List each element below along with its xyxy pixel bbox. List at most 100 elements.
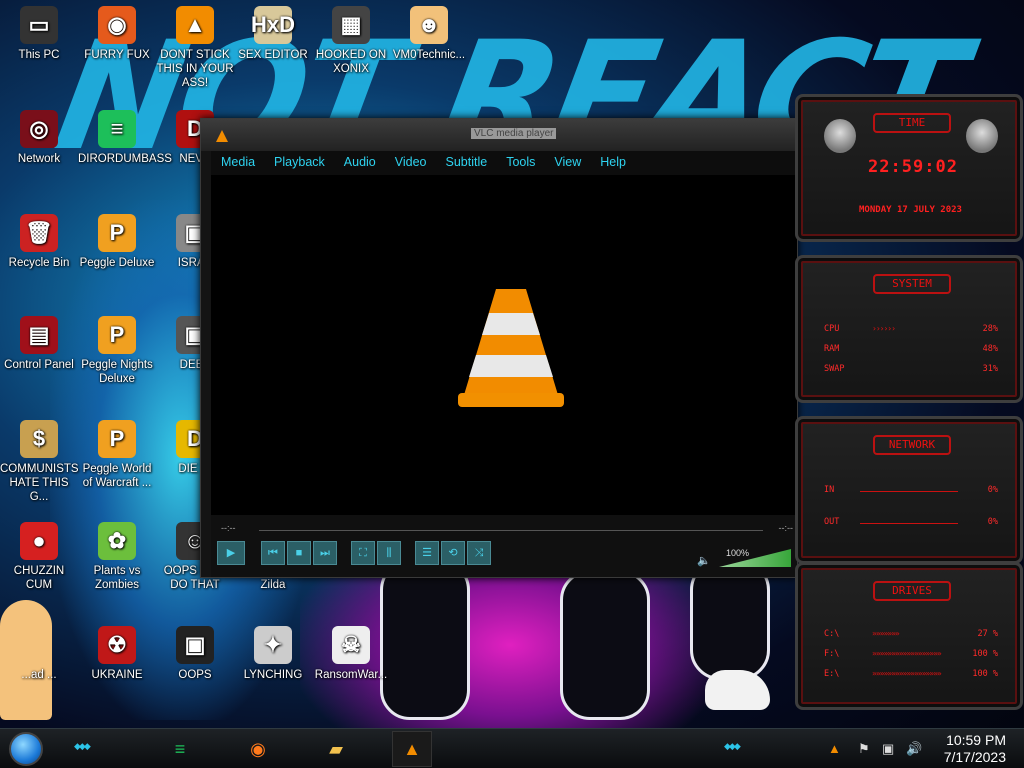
usage-bar: »»»»»»»»»»»»»»»»»» [872, 669, 942, 678]
flag-icon[interactable]: ⚑ [858, 741, 870, 757]
stop-button[interactable]: ■ [287, 541, 311, 565]
vlc-taskbar-button[interactable]: ▲ [392, 731, 432, 767]
menu-item-help[interactable]: Help [590, 151, 635, 175]
alien-head-icon [966, 119, 998, 153]
desktop-icon-image: ✦ [254, 626, 292, 664]
desktop-icon[interactable]: ...ad ... [0, 626, 78, 682]
drives-row-value: 27 % [977, 629, 998, 639]
speaker-icon[interactable]: 🔈 [697, 554, 711, 567]
menu-item-subtitle[interactable]: Subtitle [436, 151, 497, 175]
total-time: --:-- [778, 523, 794, 533]
vlc-menu-bar: Media Playback Audio Video Subtitle Tools View… [211, 151, 797, 175]
menu-item-tools[interactable]: Tools [496, 151, 544, 175]
menu-item-view[interactable]: View [544, 151, 590, 175]
desktop-icon[interactable]: P Peggle Deluxe [78, 214, 156, 270]
network-row-label: IN [824, 485, 835, 495]
desktop-icon-image: ◎ [20, 110, 58, 148]
fullscreen-button[interactable]: ⛶ [351, 541, 375, 565]
loop-button[interactable]: ⟲ [441, 541, 465, 565]
desktop-icon[interactable]: HxD SEX EDITOR [234, 6, 312, 62]
desktop-icon[interactable]: ▦ HOOKED ON XONIX [312, 6, 390, 76]
desktop-icon[interactable]: ▤ Control Panel [0, 316, 78, 372]
drives-row-label: C:\ [824, 629, 840, 639]
desktop-icon-label: Network [17, 153, 61, 165]
previous-icon: ⏮ [268, 547, 278, 559]
next-button[interactable]: ⏭ [313, 541, 337, 565]
desktop-icon[interactable]: ◉ FURRY FUX [78, 6, 156, 62]
desktop-icon[interactable]: ▲ DONT STICK THIS IN YOUR ASS! [156, 6, 234, 90]
network-widget: NETWORK IN 0% OUT 0% [795, 416, 1023, 564]
fullscreen-icon: ⛶ [359, 547, 367, 559]
volume-label: 100% [725, 548, 749, 558]
network-row-label: OUT [824, 517, 840, 527]
volume-icon[interactable]: 🔊 [906, 741, 922, 757]
desktop-icon[interactable]: ☻ VM0Technic... [390, 6, 468, 62]
menu-item-media[interactable]: Media [211, 151, 264, 175]
wallpaper-figure [380, 560, 470, 720]
desktop-icon-label: VM0Technic... [392, 49, 466, 61]
alien-head-icon [824, 119, 856, 153]
desktop-icon[interactable]: ▣ OOPS [156, 626, 234, 682]
desktop-icon-image: 🗑 [20, 214, 58, 252]
drives-widget-title: DRIVES [873, 581, 951, 601]
drives-row-label: F:\ [824, 649, 840, 659]
desktop-icon-image: P [98, 214, 136, 252]
stop-icon: ■ [295, 547, 303, 559]
desktop-icon-image [20, 626, 58, 664]
desktop-icon[interactable]: ▭ This PC [0, 6, 78, 62]
taskbar-clock[interactable]: 10:59 PM 7/17/2023 [944, 732, 1006, 766]
system-row: SWAP 31% [824, 364, 998, 376]
system-widget: SYSTEM CPU ›››››› 28% RAM 48% SWAP 31% [795, 255, 1023, 403]
vlc-title-bar[interactable]: VLC media player [201, 119, 797, 151]
desktop-icon[interactable]: $ COMMUNISTS HATE THIS G... [0, 420, 79, 504]
desktop-icon-label: SEX EDITOR [238, 49, 308, 61]
desktop-icon-label: Peggle World of Warcraft ... [82, 463, 152, 489]
desktop-icon-image: ✿ [98, 522, 136, 560]
playlist-button[interactable]: ☰ [415, 541, 439, 565]
seek-bar[interactable] [259, 527, 763, 531]
network-icon[interactable]: ▣ [882, 741, 894, 757]
system-row: RAM 48% [824, 344, 998, 356]
previous-button[interactable]: ⏮ [261, 541, 285, 565]
vlc-cone-icon [458, 289, 564, 407]
shuffle-button[interactable]: ⤨ [467, 541, 491, 565]
playlist-icon: ☰ [422, 547, 432, 559]
desktop-icon[interactable]: P Peggle Nights Deluxe [78, 316, 156, 386]
desktop-icon-image: P [98, 420, 136, 458]
desktop-icon-image: P [98, 316, 136, 354]
menu-item-playback[interactable]: Playback [264, 151, 334, 175]
desktop-icon[interactable]: ✦ LYNCHING [234, 626, 312, 682]
desktop-icon[interactable]: 🗑 Recycle Bin [0, 214, 78, 270]
notes-app-icon: ≡ [174, 738, 186, 759]
notes-app-button[interactable]: ≡ [160, 731, 200, 767]
desktop-icon[interactable]: ≡ DIRORDUMBASS [78, 110, 172, 166]
desktop-icon[interactable]: ● CHUZZIN CUM [0, 522, 78, 592]
desktop-icon[interactable]: ☠ RansomWar... [312, 626, 390, 682]
file-explorer-button[interactable]: ▰ [316, 731, 356, 767]
menu-item-audio[interactable]: Audio [334, 151, 385, 175]
firefox-button[interactable]: ◉ [238, 731, 278, 767]
play-button[interactable]: ▶ [217, 541, 245, 565]
elapsed-time: --:-- [221, 523, 236, 533]
video-area[interactable] [211, 175, 797, 515]
system-row-value: 31% [982, 364, 998, 374]
desktop-icon[interactable]: ◎ Network [0, 110, 78, 166]
desktop-icon[interactable]: ☢ UKRAINE [78, 626, 156, 682]
desktop-icon-label: COMMUNISTS HATE THIS G... [0, 463, 79, 503]
desktop-icon-label: Peggle Nights Deluxe [81, 359, 153, 385]
wallpaper-figure [560, 570, 650, 720]
wallpaper-figure [690, 560, 770, 680]
desktop-icon-label: UKRAINE [91, 669, 143, 681]
desktop-icon-label: This PC [18, 49, 60, 61]
desktop-icon[interactable]: P Peggle World of Warcraft ... [78, 420, 156, 490]
drives-row-label: E:\ [824, 669, 840, 679]
wallpaper-shoe [705, 670, 770, 710]
extended-settings-button[interactable]: ⫼ [377, 541, 401, 565]
system-row-label: RAM [824, 344, 840, 354]
show-hidden-icon[interactable]: ▲ [828, 741, 841, 756]
vlc-window[interactable]: VLC media player Media Playback Audio Video… [200, 118, 798, 578]
taskbar-decoration: ◆◆◆ [724, 741, 741, 751]
start-button[interactable] [9, 732, 43, 766]
desktop-icon[interactable]: ✿ Plants vs Zombies [78, 522, 156, 592]
menu-item-video[interactable]: Video [385, 151, 436, 175]
